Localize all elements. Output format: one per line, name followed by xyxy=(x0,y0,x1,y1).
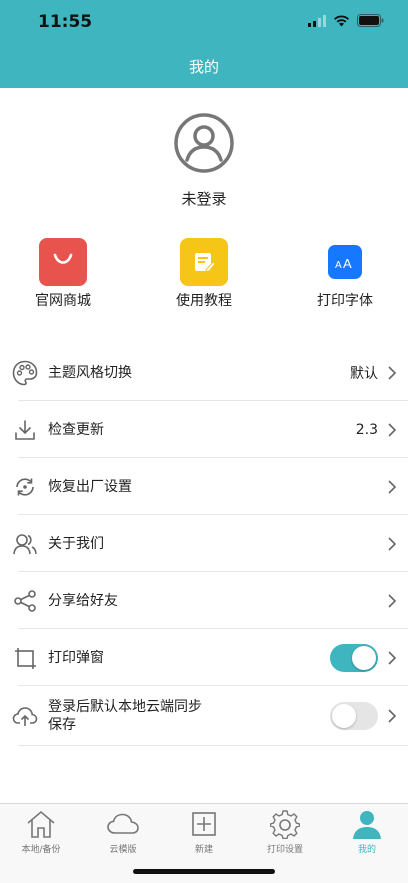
tab-label: 云模版 xyxy=(109,845,137,855)
font-icon: A A xyxy=(321,238,369,286)
chevron-right-icon xyxy=(388,593,397,608)
frame-icon xyxy=(12,645,38,671)
avatar-icon[interactable] xyxy=(173,112,235,174)
svg-text:A: A xyxy=(343,256,352,269)
plus-square-icon xyxy=(187,808,221,840)
cloud-upload-icon xyxy=(12,703,38,729)
reset-icon xyxy=(12,474,38,500)
battery-icon xyxy=(357,14,384,27)
setting-label: 检查更新 xyxy=(48,421,104,438)
setting-label: 恢复出厂设置 xyxy=(48,478,132,495)
palette-icon xyxy=(12,360,38,386)
setting-label: 打印弹窗 xyxy=(48,649,104,666)
tab-new[interactable]: 新建 xyxy=(163,808,245,855)
chevron-right-icon xyxy=(388,709,397,723)
setting-value: 默认 xyxy=(350,365,378,382)
signal-icon xyxy=(308,14,326,27)
shortcut-tutorial[interactable]: 使用教程 xyxy=(144,238,264,310)
shortcut-label: 使用教程 xyxy=(176,293,232,309)
home-icon xyxy=(24,808,58,840)
home-indicator xyxy=(133,869,275,874)
chevron-right-icon xyxy=(388,479,397,494)
tab-print-settings[interactable]: 打印设置 xyxy=(244,808,326,855)
shortcut-official-store[interactable]: 官网商城 xyxy=(3,238,123,310)
wifi-icon xyxy=(334,14,349,26)
toggle-knob xyxy=(352,645,376,670)
setting-label: 登录后默认本地云端同步 保存 xyxy=(48,698,202,734)
profile-section[interactable]: 未登录 xyxy=(0,112,408,209)
chevron-right-icon xyxy=(388,422,397,437)
tab-label: 我的 xyxy=(357,845,376,855)
tab-cloud-templates[interactable]: 云模版 xyxy=(82,808,164,855)
shortcut-label: 打印字体 xyxy=(317,293,373,309)
share-icon xyxy=(12,588,38,614)
chevron-right-icon xyxy=(388,536,397,551)
svg-text:A: A xyxy=(335,260,342,269)
tab-label: 打印设置 xyxy=(266,845,303,855)
person-icon xyxy=(350,808,384,840)
setting-about-us[interactable]: 关于我们 xyxy=(0,515,408,572)
setting-label: 关于我们 xyxy=(48,535,104,552)
setting-label-line2: 保存 xyxy=(48,717,76,733)
setting-share-friends[interactable]: 分享给好友 xyxy=(0,572,408,629)
setting-cloud-sync[interactable]: 登录后默认本地云端同步 保存 xyxy=(0,686,408,746)
toggle-knob xyxy=(332,704,356,728)
app-version: 2.3 xyxy=(355,421,378,438)
setting-theme-switch[interactable]: 主题风格切换 默认 xyxy=(0,344,408,401)
shopping-bag-icon xyxy=(39,238,87,286)
status-time: 11:55 xyxy=(38,12,93,32)
setting-label: 分享给好友 xyxy=(48,592,118,609)
tab-mine[interactable]: 我的 xyxy=(326,808,408,855)
page-title: 我的 xyxy=(188,58,219,76)
tab-label: 新建 xyxy=(194,845,213,855)
chevron-right-icon xyxy=(388,650,397,665)
setting-label-line1: 登录后默认本地云端同步 xyxy=(48,699,202,715)
login-status-label[interactable]: 未登录 xyxy=(0,188,408,209)
cloud-icon xyxy=(106,808,140,840)
tab-local-backup[interactable]: 本地/备份 xyxy=(0,808,82,855)
header-bar: 11:55 我的 xyxy=(0,0,408,88)
shortcut-label: 官网商城 xyxy=(35,293,91,309)
cloud-sync-toggle[interactable] xyxy=(330,702,378,730)
chevron-right-icon xyxy=(388,365,397,380)
settings-list: 主题风格切换 默认 检查更新 2.3 恢复出厂设置 关于我们 分享给好友 打印弹… xyxy=(0,344,408,746)
setting-factory-reset[interactable]: 恢复出厂设置 xyxy=(0,458,408,515)
shortcut-grid: 官网商城 使用教程 A A 打印字体 xyxy=(0,238,408,318)
print-popup-toggle[interactable] xyxy=(330,643,378,672)
setting-print-popup[interactable]: 打印弹窗 xyxy=(0,629,408,686)
users-icon xyxy=(12,531,38,557)
setting-label: 主题风格切换 xyxy=(48,364,132,381)
shortcut-print-font[interactable]: A A 打印字体 xyxy=(285,238,405,310)
tab-label: 本地/备份 xyxy=(21,845,61,855)
setting-check-update[interactable]: 检查更新 2.3 xyxy=(0,401,408,458)
status-icons xyxy=(308,14,384,27)
notepad-icon xyxy=(180,238,228,286)
gear-icon xyxy=(268,808,302,840)
download-icon xyxy=(12,417,38,443)
